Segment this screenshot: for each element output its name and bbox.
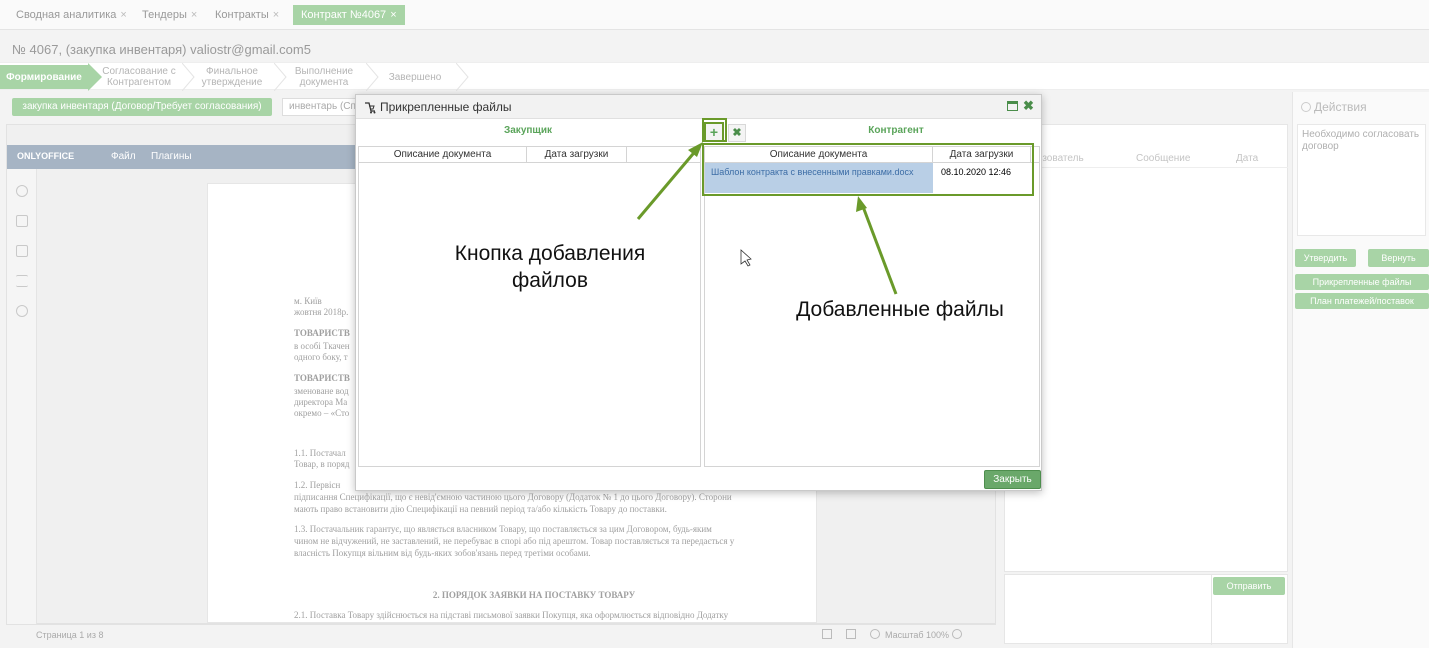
cursor-icon [740,249,752,267]
annotation-added-files: Добавленные файлы [796,298,1004,321]
annotation-arrows [636,142,898,295]
annotation-add-files: Кнопка добавления файлов [420,240,680,294]
annotation-line: Кнопка добавления [454,242,646,265]
arrow-head-icon [688,142,703,157]
annotation-line: файлов [511,269,588,292]
